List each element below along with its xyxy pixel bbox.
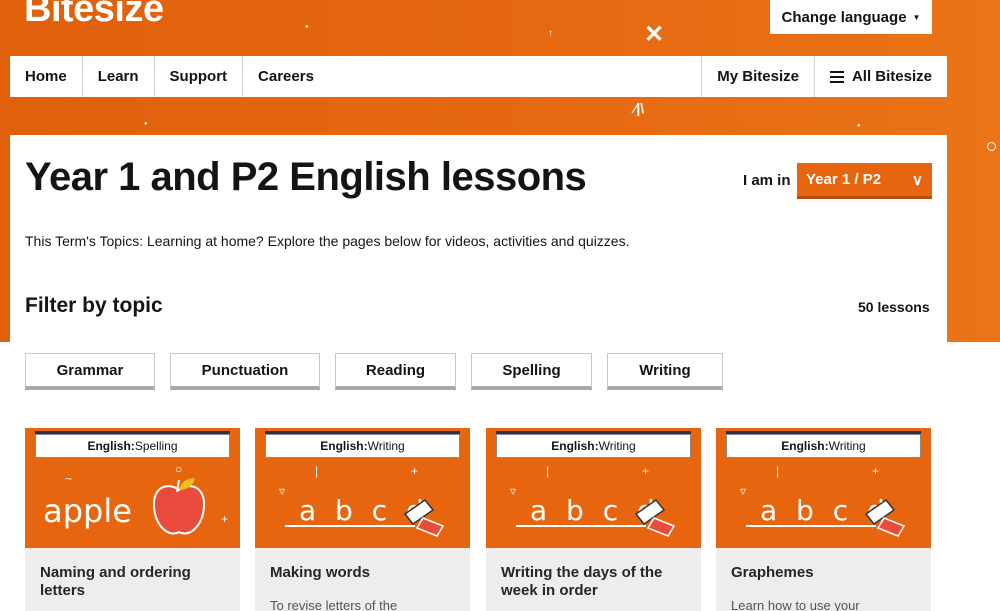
card-description: Learn how to use your (731, 598, 860, 611)
card-tag: English: Writing (496, 434, 691, 458)
sparkle-icon: + (642, 464, 650, 478)
writing-baseline (516, 525, 646, 527)
chevron-down-icon: ∨ (912, 171, 923, 189)
pencil-hand-icon (864, 498, 906, 537)
nav-home[interactable]: Home (10, 56, 83, 97)
sparkle-icon: ▿ (279, 484, 286, 498)
nav-all-bitesize-label: All Bitesize (851, 68, 932, 85)
card-title: Making words (270, 564, 371, 581)
writing-baseline (285, 525, 415, 527)
nav-careers[interactable]: Careers (243, 56, 329, 97)
lesson-card[interactable]: English: Writing a b c d | + ▿ Making wo… (255, 428, 470, 611)
lessons-header-panel: Year 1 and P2 English lessons I am in Ye… (10, 135, 947, 342)
card-tag: English: Writing (726, 434, 921, 458)
lesson-card[interactable]: English: Spelling apple ○ + ~ Naming and… (25, 428, 240, 611)
tag-topic: Spelling (134, 439, 178, 453)
nav-all-bitesize[interactable]: All Bitesize (815, 56, 947, 97)
sparkle-icon: ▿ (510, 484, 517, 498)
nav-my-bitesize[interactable]: My Bitesize (702, 56, 815, 97)
bitesize-logo[interactable]: Bitesize (24, 0, 164, 31)
topic-spelling[interactable]: Spelling (471, 353, 592, 390)
card-title: Graphemes (731, 564, 814, 581)
card-description: To revise letters of the (270, 598, 398, 611)
tag-subject: English: (781, 439, 829, 453)
sparkle-icon: ~ (65, 472, 73, 486)
tag-subject: English: (320, 439, 368, 453)
sparkle-icon: + (872, 464, 880, 478)
dot-icon: ● (857, 123, 861, 129)
card-tag: English: Spelling (35, 434, 230, 458)
topic-writing[interactable]: Writing (607, 353, 723, 390)
lesson-thumbnail: English: Writing a b c d | + ▿ (716, 428, 931, 548)
sunburst-icon: ⁄|\ (634, 100, 645, 116)
writing-baseline (746, 525, 876, 527)
sparkle-icon: ○ (175, 462, 183, 476)
page-title: Year 1 and P2 English lessons (25, 155, 587, 199)
sparkle-icon: + (411, 464, 419, 478)
topic-reading[interactable]: Reading (335, 353, 456, 390)
tag-subject: English: (551, 439, 599, 453)
tag-subject: English: (87, 439, 135, 453)
i-am-in-label: I am in (743, 172, 791, 189)
card-tag: English: Writing (265, 434, 460, 458)
change-language-button[interactable]: Change language ▼ (770, 0, 932, 34)
nav-spacer (329, 56, 703, 97)
sparkle-icon: ↑ (548, 28, 553, 39)
sparkle-icon: + (221, 512, 229, 526)
topic-filters: Grammar Punctuation Reading Spelling Wri… (25, 353, 723, 390)
pencil-hand-icon (634, 498, 676, 537)
nav-support[interactable]: Support (155, 56, 244, 97)
dot-icon: ● (144, 121, 148, 127)
lesson-thumbnail: English: Writing a b c d | + ▿ (486, 428, 701, 548)
apple-icon (152, 478, 206, 535)
menu-icon (829, 70, 844, 83)
circle-icon (987, 142, 996, 151)
year-select[interactable]: Year 1 / P2 ∨ (797, 163, 932, 199)
lesson-card[interactable]: English: Writing a b c d | + ▿ Graphemes… (716, 428, 931, 611)
card-title: Writing the days of the week in order (501, 564, 663, 599)
caret-down-icon: ▼ (912, 12, 921, 22)
sparkle-icon: | (315, 464, 319, 478)
tag-topic: Writing (828, 439, 866, 453)
sparkle-icon: | (776, 464, 780, 478)
pencil-hand-icon (403, 498, 445, 537)
intro-text: This Term's Topics: Learning at home? Ex… (25, 233, 630, 249)
lesson-thumbnail: English: Writing a b c d | + ▿ (255, 428, 470, 548)
topic-punctuation[interactable]: Punctuation (170, 353, 320, 390)
card-title: Naming and ordering letters (40, 564, 191, 599)
sparkle-icon: | (546, 464, 550, 478)
lesson-card[interactable]: English: Writing a b c d | + ▿ Writing t… (486, 428, 701, 611)
tag-topic: Writing (598, 439, 636, 453)
sparkle-icon: ▿ (740, 484, 747, 498)
dot-icon: ● (305, 24, 309, 30)
sparkle-icon: ✕ (644, 21, 665, 48)
main-nav: Home Learn Support Careers My Bitesize A… (10, 56, 947, 97)
change-language-label: Change language (781, 8, 907, 26)
lesson-count: 50 lessons (858, 299, 930, 315)
filter-title: Filter by topic (25, 294, 163, 317)
nav-learn[interactable]: Learn (83, 56, 155, 97)
topic-grammar[interactable]: Grammar (25, 353, 155, 390)
tag-topic: Writing (367, 439, 405, 453)
lesson-thumbnail: English: Spelling apple ○ + ~ (25, 428, 240, 548)
year-select-value: Year 1 / P2 (806, 171, 882, 188)
